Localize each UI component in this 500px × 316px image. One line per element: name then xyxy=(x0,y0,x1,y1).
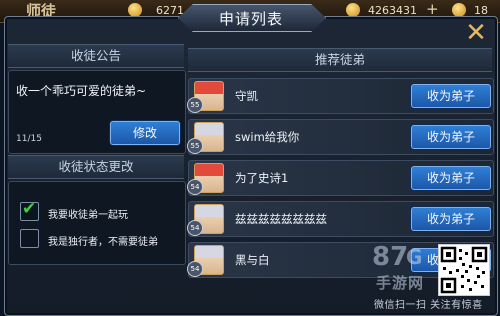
list-item: 54 兹兹兹兹兹兹兹兹 收为弟子 xyxy=(187,201,494,237)
option-label-1: 我要收徒弟一起玩 xyxy=(48,210,128,221)
coin-icon xyxy=(346,3,360,17)
option-checkbox-1[interactable]: ✔ xyxy=(20,199,39,221)
watermark-logo-number: 87 xyxy=(372,242,409,272)
recommended-header: 推荐徒弟 xyxy=(188,48,492,72)
avatar-hair xyxy=(195,205,223,217)
option-label-2: 我是独行者，不需要徒弟 xyxy=(48,237,158,248)
level-badge: 54 xyxy=(187,179,203,195)
player-name: 为了史诗1 xyxy=(235,171,289,185)
level-badge: 55 xyxy=(187,138,203,154)
avatar-hair xyxy=(195,246,223,258)
status-header: 收徒状态更改 xyxy=(8,155,184,179)
player-name: 兹兹兹兹兹兹兹兹 xyxy=(235,212,327,226)
option-checkbox-2[interactable] xyxy=(20,229,39,248)
edit-notice-button[interactable]: 修改 xyxy=(110,121,180,145)
qr-code-image xyxy=(438,244,490,296)
dialog-title: 申请列表 xyxy=(218,10,283,28)
accept-disciple-button[interactable]: 收为弟子 xyxy=(411,207,491,231)
status-options-box xyxy=(8,181,186,265)
player-name: 守凯 xyxy=(235,89,258,103)
watermark-brand: 手游网 xyxy=(376,274,425,292)
avatar-hair xyxy=(195,82,223,94)
watermark-footer-text: 微信扫一扫 关注有惊喜 xyxy=(374,300,483,311)
coin-icon xyxy=(128,3,142,17)
accept-disciple-button[interactable]: 收为弟子 xyxy=(411,166,491,190)
watermark-logo-letter: G xyxy=(406,245,423,269)
list-item: 55 守凯 收为弟子 xyxy=(187,78,494,114)
list-item: 54 为了史诗1 收为弟子 xyxy=(187,160,494,196)
notice-header: 收徒公告 xyxy=(8,44,184,68)
notice-char-count: 11/15 xyxy=(16,134,42,144)
accept-disciple-button[interactable]: 收为弟子 xyxy=(411,84,491,108)
gem-icon xyxy=(452,3,466,17)
level-badge: 54 xyxy=(187,261,203,277)
player-name: 黑与白 xyxy=(235,253,270,267)
list-item: 55 swim给我你 收为弟子 xyxy=(187,119,494,155)
avatar-hair xyxy=(195,123,223,135)
level-badge: 54 xyxy=(187,220,203,236)
close-icon[interactable]: ✕ xyxy=(462,20,490,48)
check-icon: ✔ xyxy=(22,199,37,219)
accept-disciple-button[interactable]: 收为弟子 xyxy=(411,125,491,149)
avatar-hair xyxy=(195,164,223,176)
level-badge: 55 xyxy=(187,97,203,113)
player-name: swim给我你 xyxy=(235,130,300,144)
notice-text: 收一个乖巧可爱的徒弟~ xyxy=(16,84,147,98)
